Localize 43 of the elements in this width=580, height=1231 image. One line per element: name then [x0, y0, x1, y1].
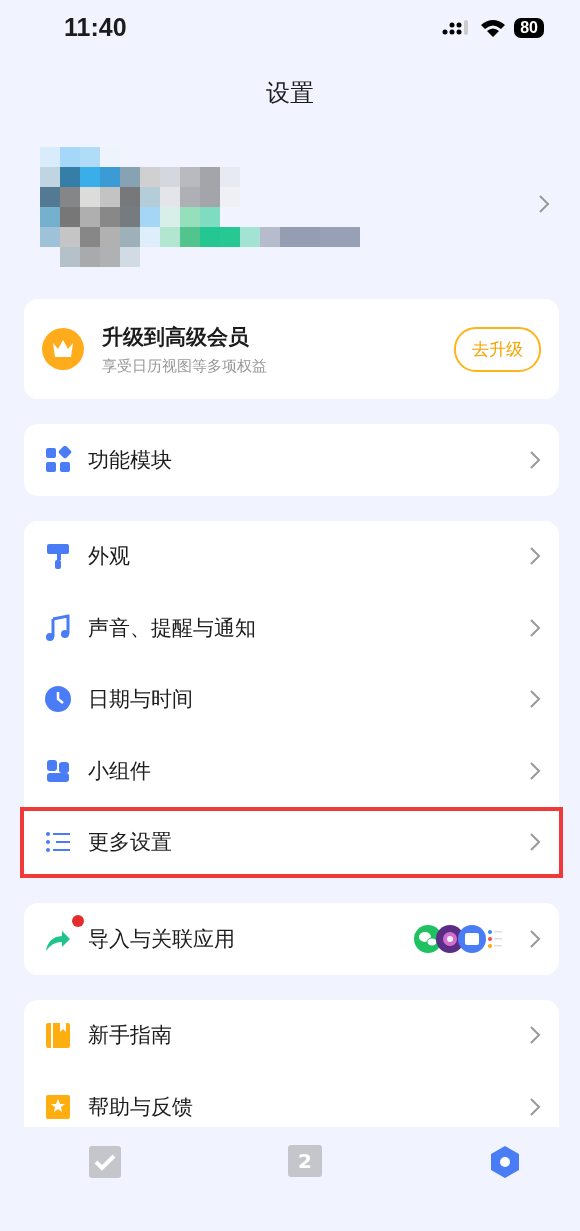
paint-roller-icon — [44, 542, 72, 571]
clock-icon — [44, 685, 72, 714]
settings-row[interactable]: 声音、提醒与通知 — [20, 592, 563, 664]
checkbox-icon — [88, 1145, 122, 1179]
page-title: 设置 — [265, 78, 315, 109]
premium-title: 升级到高级会员 — [102, 323, 250, 351]
grid-icon — [44, 445, 72, 474]
settings-icon — [488, 1145, 522, 1179]
chevron-right-icon — [529, 1025, 541, 1046]
settings-row[interactable]: 功能模块 — [20, 424, 563, 496]
row-label: 帮助与反馈 — [88, 1093, 194, 1121]
chevron-right-icon — [529, 617, 541, 638]
chevron-right-icon — [529, 760, 541, 781]
music-note-icon — [44, 613, 72, 642]
chevron-right-icon — [529, 546, 541, 567]
premium-subtitle: 享受日历视图等多项权益 — [102, 356, 268, 376]
row-label: 外观 — [88, 543, 131, 571]
crown-icon — [42, 328, 84, 370]
row-label: 功能模块 — [88, 446, 173, 474]
settings-row[interactable]: 导入与关联应用 — [20, 903, 563, 975]
row-label: 新手指南 — [88, 1022, 173, 1050]
status-time: 11:40 — [64, 13, 127, 42]
wifi-icon — [480, 18, 507, 37]
chevron-right-icon[interactable] — [538, 194, 550, 214]
chevron-right-icon — [529, 1096, 541, 1117]
calendar-icon: 2 — [288, 1145, 322, 1177]
battery-indicator: 80 — [514, 17, 544, 38]
chevron-right-icon — [529, 689, 541, 710]
row-label: 日期与时间 — [88, 686, 194, 714]
settings-row[interactable]: 小组件 — [20, 735, 563, 807]
chevron-right-icon — [529, 928, 541, 949]
row-label: 小组件 — [88, 757, 152, 785]
row-label: 导入与关联应用 — [88, 925, 236, 953]
chevron-right-icon — [529, 449, 541, 470]
settings-row[interactable]: 外观 — [20, 520, 563, 592]
book-icon — [44, 1021, 72, 1050]
row-label: 声音、提醒与通知 — [88, 614, 257, 642]
settings-row[interactable]: 日期与时间 — [20, 663, 563, 735]
settings-row[interactable]: 帮助与反馈 — [20, 1071, 563, 1127]
settings-row[interactable]: 更多设置 — [20, 806, 563, 878]
chevron-right-icon — [529, 832, 541, 853]
settings-row[interactable]: 新手指南 — [20, 999, 563, 1071]
row-label: 更多设置 — [88, 829, 173, 857]
